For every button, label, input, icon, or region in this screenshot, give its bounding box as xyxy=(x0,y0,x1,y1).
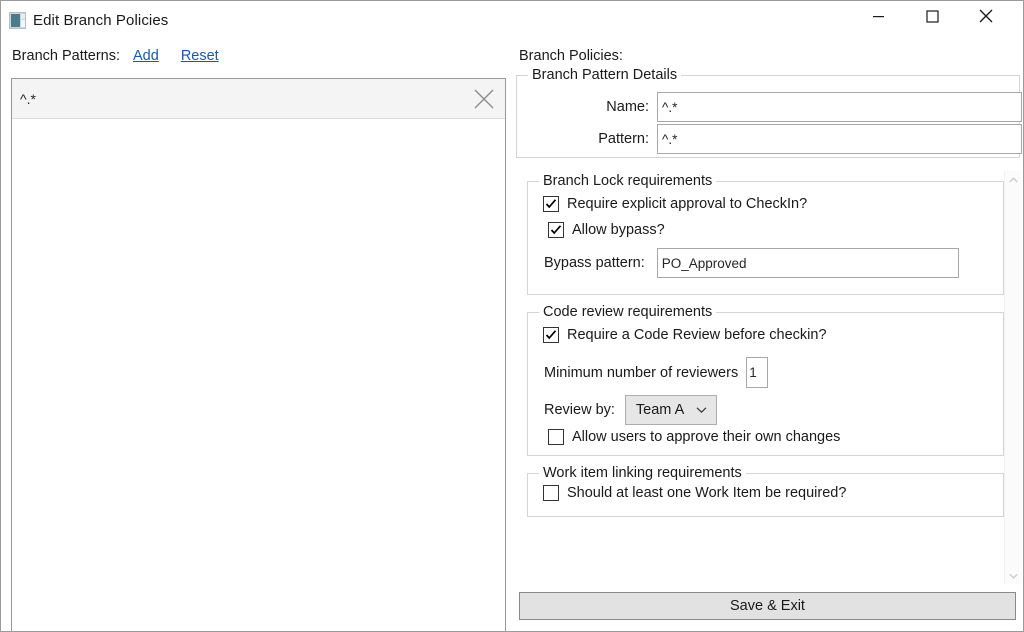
app-icon-main-pane xyxy=(11,13,20,27)
pattern-input[interactable] xyxy=(657,124,1022,154)
branch-pattern-details-title: Branch Pattern Details xyxy=(528,67,682,83)
branch-patterns-label: Branch Patterns: xyxy=(12,48,120,64)
branch-patterns-toolbar: Branch Patterns: Add Reset xyxy=(12,48,241,64)
pattern-field-row: Pattern: xyxy=(579,124,1022,154)
policies-scrollbar[interactable] xyxy=(1004,171,1021,584)
title-bar: Edit Branch Policies xyxy=(1,1,1023,39)
code-review-requirements-group: Code review requirements Require a Code … xyxy=(527,304,1004,456)
branch-lock-requirements-group: Branch Lock requirements Require explici… xyxy=(527,173,1004,295)
review-by-dropdown[interactable]: Team A xyxy=(624,395,718,425)
allow-self-approval-checkbox[interactable]: Allow users to approve their own changes xyxy=(548,429,840,445)
require-work-item-label: Should at least one Work Item be require… xyxy=(567,485,847,501)
allow-self-approval-label: Allow users to approve their own changes xyxy=(572,429,841,445)
allow-bypass-checkbox[interactable]: Allow bypass? xyxy=(548,222,665,238)
minimum-reviewers-input[interactable] xyxy=(746,357,769,388)
branch-patterns-list: ^.* xyxy=(12,79,505,119)
chevron-up-icon xyxy=(1009,176,1018,182)
require-work-item-checkbox[interactable]: Should at least one Work Item be require… xyxy=(543,485,846,501)
app-window-icon xyxy=(9,11,26,29)
close-x-icon xyxy=(474,89,494,108)
checkbox-box xyxy=(543,327,559,343)
app-icon-side-pane-top xyxy=(21,13,25,19)
close-icon xyxy=(979,9,993,23)
bypass-pattern-label: Bypass pattern: xyxy=(544,255,645,271)
code-review-requirements-title: Code review requirements xyxy=(539,304,717,320)
checkmark-icon xyxy=(545,199,557,209)
name-label: Name: xyxy=(606,99,649,115)
review-by-selected-value: Team A xyxy=(635,402,685,418)
bypass-pattern-row: Bypass pattern: xyxy=(544,248,959,278)
work-item-linking-requirements-group: Work item linking requirements Should at… xyxy=(527,465,1004,517)
maximize-button[interactable] xyxy=(909,1,955,31)
checkmark-icon xyxy=(550,225,562,235)
branch-patterns-listbox[interactable]: ^.* xyxy=(11,78,506,631)
pattern-label: Pattern: xyxy=(598,131,649,147)
add-pattern-link[interactable]: Add xyxy=(133,48,159,64)
require-code-review-checkbox[interactable]: Require a Code Review before checkin? xyxy=(543,327,827,343)
reset-patterns-link[interactable]: Reset xyxy=(181,48,219,64)
name-input[interactable] xyxy=(657,92,1022,122)
maximize-icon xyxy=(925,9,939,23)
minimize-icon xyxy=(872,15,884,17)
minimum-reviewers-row: Minimum number of reviewers xyxy=(544,357,769,388)
list-item-pattern-text: ^.* xyxy=(20,90,36,107)
require-explicit-approval-label: Require explicit approval to CheckIn? xyxy=(567,196,808,212)
review-by-label: Review by: xyxy=(544,402,615,418)
require-code-review-label: Require a Code Review before checkin? xyxy=(567,327,827,343)
delete-pattern-button[interactable] xyxy=(471,86,497,112)
minimize-button[interactable] xyxy=(855,1,901,31)
save-and-exit-button[interactable]: Save & Exit xyxy=(519,592,1016,620)
branch-policies-pane: Branch Policies: Branch Pattern Details … xyxy=(513,39,1023,631)
checkbox-box xyxy=(548,222,564,238)
branch-policies-label: Branch Policies: xyxy=(519,48,623,64)
list-item[interactable]: ^.* xyxy=(12,79,505,119)
chevron-down-icon xyxy=(1009,573,1018,579)
branch-lock-requirements-title: Branch Lock requirements xyxy=(539,173,717,189)
branch-patterns-pane: Branch Patterns: Add Reset ^.* xyxy=(1,39,513,631)
require-explicit-approval-checkbox[interactable]: Require explicit approval to CheckIn? xyxy=(543,196,807,212)
minimum-reviewers-label: Minimum number of reviewers xyxy=(544,364,739,381)
save-and-exit-label: Save & Exit xyxy=(730,598,805,614)
branch-pattern-details-group: Branch Pattern Details Name: Pattern: xyxy=(516,67,1022,158)
checkmark-icon xyxy=(545,330,557,340)
name-field-row: Name: xyxy=(579,92,1022,122)
chevron-down-icon xyxy=(696,406,707,414)
checkbox-box xyxy=(543,485,559,501)
bypass-pattern-input[interactable] xyxy=(656,248,959,278)
edit-branch-policies-window: Edit Branch Policies Branch Patterns: Ad… xyxy=(0,0,1024,632)
window-title: Edit Branch Policies xyxy=(33,11,169,29)
app-icon-side-pane-bottom xyxy=(21,19,25,27)
scrollbar-down-button[interactable] xyxy=(1005,567,1022,584)
allow-bypass-label: Allow bypass? xyxy=(572,222,665,238)
work-item-linking-requirements-title: Work item linking requirements xyxy=(539,465,746,481)
review-by-row: Review by: Team A xyxy=(544,395,718,425)
scrollbar-up-button[interactable] xyxy=(1005,171,1022,188)
close-button[interactable] xyxy=(963,1,1009,31)
checkbox-box xyxy=(548,429,564,445)
checkbox-box xyxy=(543,196,559,212)
